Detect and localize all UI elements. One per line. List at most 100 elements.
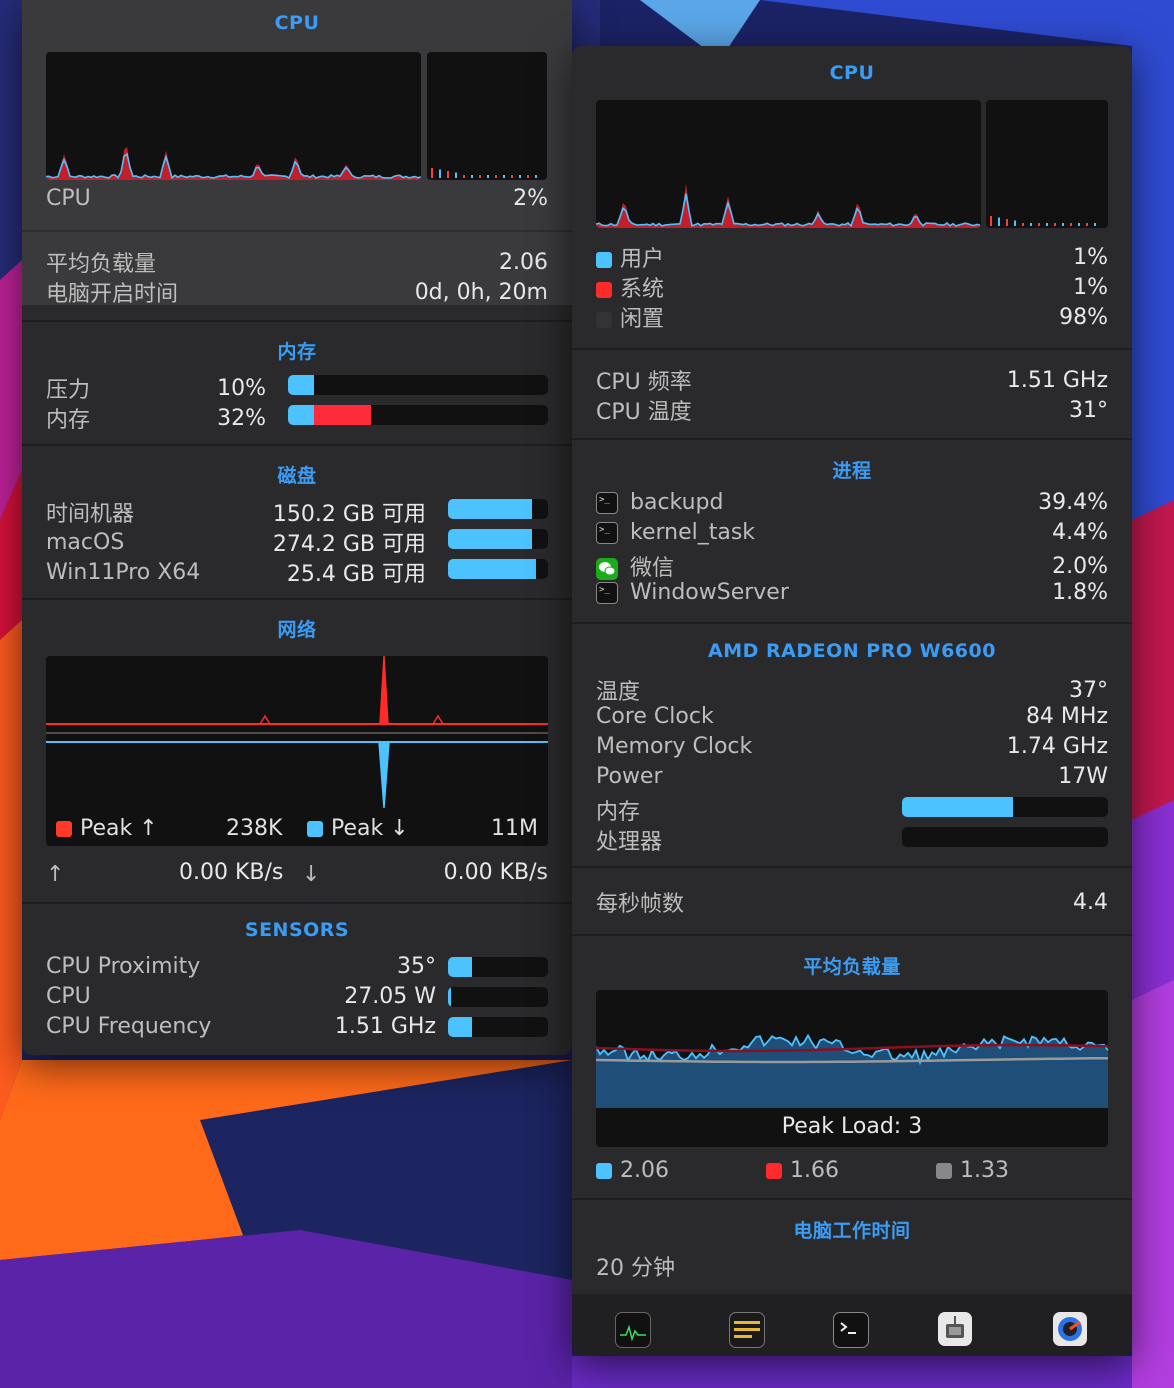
user-label: 用户 <box>620 247 665 272</box>
cpu-value: 2% <box>513 186 548 211</box>
peak-download-label: Peak ↓ <box>331 816 409 841</box>
system-information-icon[interactable] <box>938 1312 972 1346</box>
network-section[interactable]: 网络 Peak ↑ 238K Peak ↓ 11M ↑ 0.00 KB/s ↓ … <box>22 600 572 902</box>
fps-section[interactable]: 每秒帧数 4.4 <box>572 868 1132 934</box>
sensor-cpu-proximity-bar <box>448 957 548 977</box>
terminal-icon: >_ <box>596 582 618 604</box>
cpu-detail-history-graph <box>596 100 981 228</box>
cpu-core-graph <box>427 52 547 180</box>
disk-section[interactable]: 磁盘 时间机器 150.2 GB 可用 macOS 274.2 GB 可用 Wi… <box>22 446 572 598</box>
peak-download-value: 11M <box>491 816 538 841</box>
upload-rate: 0.00 KB/s <box>179 860 284 885</box>
user-swatch <box>596 252 612 268</box>
uptime-duration: 20 分钟 <box>596 1256 675 1281</box>
disk-time-machine-label: 时间机器 <box>46 502 135 527</box>
load-average-label: 平均负载量 <box>46 252 157 277</box>
load-average-title: 平均负载量 <box>803 956 901 978</box>
right-stats-panel: CPU 用户 1% 系统 1% 闲置 98% CPU 频率 1.51 GHz C… <box>572 46 1132 1356</box>
activity-monitor-icon[interactable] <box>615 1312 651 1348</box>
left-stats-panel: CPU CPU 2% 平均负载量 2.06 电脑开启时间 0d, 0h, 20m… <box>22 0 572 1055</box>
cpu-temperature-value: 31° <box>1069 397 1108 423</box>
cpu-frequency-section[interactable]: CPU 频率 1.51 GHz CPU 温度 31° <box>572 350 1132 438</box>
disk-time-machine-bar <box>448 499 548 519</box>
gpu-memory-clock-value: 1.74 GHz <box>1006 734 1108 759</box>
gpu-title: AMD RADEON PRO W6600 <box>708 640 996 662</box>
process-row[interactable]: >_ backupd 39.4% <box>596 490 1108 515</box>
disk-win11-bar <box>448 559 548 579</box>
process-value: 39.4% <box>1038 490 1108 515</box>
memory-pressure-label: 压力 <box>46 378 91 403</box>
disk-macos-label: macOS <box>46 529 125 555</box>
terminal-icon[interactable] <box>833 1312 869 1348</box>
memory-pressure-bar <box>288 375 548 395</box>
gpu-temperature-value: 37° <box>1069 677 1108 703</box>
sensor-cpu-power-label: CPU <box>46 984 91 1009</box>
peak-download-swatch <box>307 821 323 837</box>
load-average-value: 2.06 <box>499 249 548 275</box>
process-name: 微信 <box>630 556 675 581</box>
gpu-processor-bar <box>902 827 1108 847</box>
uptime-section[interactable]: 电脑工作时间 20 分钟 <box>572 1200 1132 1292</box>
memory-section-title: 内存 <box>277 341 317 363</box>
gpu-memory-clock-label: Memory Clock <box>596 734 753 759</box>
sensor-cpu-proximity-label: CPU Proximity <box>46 954 201 979</box>
memory-section[interactable]: 内存 压力 10% 内存 32% <box>22 322 572 444</box>
load-1min-swatch <box>596 1163 612 1179</box>
process-row[interactable]: >_ WindowServer 1.8% <box>596 580 1108 605</box>
process-row[interactable]: >_ kernel_task 4.4% <box>596 520 1108 545</box>
memory-usage-value: 32% <box>217 405 266 431</box>
process-value: 1.8% <box>1052 580 1108 605</box>
processes-title: 进程 <box>832 460 872 482</box>
disk-macos-bar <box>448 529 548 549</box>
gpu-temperature-label: 温度 <box>596 680 641 705</box>
process-value: 2.0% <box>1052 553 1108 579</box>
idle-value: 98% <box>1059 304 1108 330</box>
load-15min-value: 1.33 <box>960 1158 1009 1183</box>
gpu-memory-bar <box>902 797 1108 817</box>
cpu-detail-title: CPU <box>829 62 875 84</box>
disk-section-title: 磁盘 <box>277 465 317 487</box>
load-5min-value: 1.66 <box>790 1158 839 1183</box>
disk-macos-value: 274.2 GB 可用 <box>272 532 426 557</box>
load-average-section[interactable]: 平均负载量 Peak Load: 3 2.06 1.66 1.33 <box>572 936 1132 1198</box>
process-value: 4.4% <box>1052 520 1108 545</box>
arrow-down-icon: ↓ <box>302 862 321 887</box>
uptime-value: 0d, 0h, 20m <box>414 279 548 305</box>
sensor-cpu-power-value: 27.05 W <box>344 984 436 1009</box>
uptime-title: 电脑工作时间 <box>793 1220 911 1242</box>
peak-upload-swatch <box>56 821 72 837</box>
idle-swatch <box>596 312 612 328</box>
gpu-memory-label: 内存 <box>596 800 641 825</box>
cpu-detail-section[interactable]: CPU 用户 1% 系统 1% 闲置 98% <box>572 46 1132 348</box>
disk-utility-icon[interactable] <box>1053 1312 1087 1346</box>
sensors-section[interactable]: SENSORS CPU Proximity 35° CPU 27.05 W CP… <box>22 904 572 1054</box>
terminal-icon: >_ <box>596 522 618 544</box>
gpu-core-clock-label: Core Clock <box>596 704 714 729</box>
cpu-frequency-label: CPU 频率 <box>596 370 692 395</box>
cpu-temperature-label: CPU 温度 <box>596 400 692 425</box>
gpu-core-clock-value: 84 MHz <box>1025 704 1108 729</box>
peak-upload-label: Peak ↑ <box>80 816 158 841</box>
disk-win11-label: Win11Pro X64 <box>46 559 201 585</box>
arrow-up-icon: ↑ <box>46 862 65 887</box>
memory-usage-bar <box>288 405 548 425</box>
cpu-section[interactable]: CPU CPU 2% 平均负载量 2.06 电脑开启时间 0d, 0h, 20m <box>22 0 572 307</box>
disk-win11-value: 25.4 GB 可用 <box>286 562 426 587</box>
sensor-cpu-frequency-label: CPU Frequency <box>46 1014 212 1039</box>
process-name: kernel_task <box>630 520 756 545</box>
cpu-history-graph <box>46 52 421 180</box>
gpu-section[interactable]: AMD RADEON PRO W6600 温度 37° Core Clock 8… <box>572 624 1132 866</box>
download-rate: 0.00 KB/s <box>443 860 548 885</box>
processes-section[interactable]: 进程 >_ backupd 39.4% >_ kernel_task 4.4% 微信… <box>572 440 1132 622</box>
system-swatch <box>596 282 612 298</box>
cpu-section-title: CPU <box>274 12 320 34</box>
gpu-processor-label: 处理器 <box>596 830 663 855</box>
process-row[interactable]: 微信 2.0% <box>596 550 1108 582</box>
cpu-label: CPU <box>46 186 91 211</box>
load-5min-swatch <box>766 1163 782 1179</box>
fps-label: 每秒帧数 <box>596 892 685 917</box>
load-1min-value: 2.06 <box>620 1158 669 1183</box>
load-15min-swatch <box>936 1163 952 1179</box>
network-graph: Peak ↑ 238K Peak ↓ 11M <box>46 656 548 846</box>
console-icon[interactable] <box>729 1312 765 1348</box>
